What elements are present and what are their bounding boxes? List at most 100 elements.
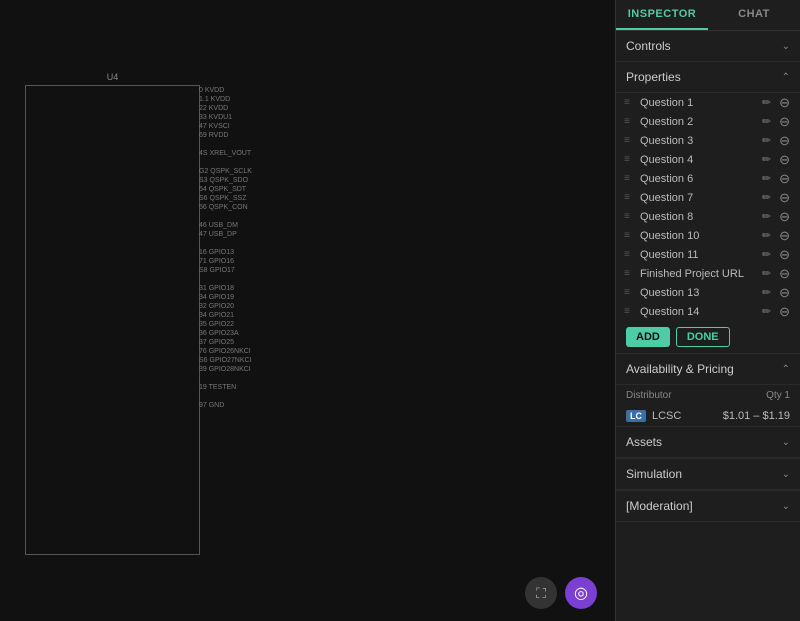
property-remove-button[interactable]: ⊖ (777, 96, 792, 109)
pin-26: 39 GPIO28NKCI (199, 365, 279, 374)
property-remove-button[interactable]: ⊖ (777, 134, 792, 147)
tab-inspector[interactable]: INSPECTOR (616, 0, 708, 30)
pin-spacer-6 (199, 374, 279, 383)
pin-4: 47 KVSCI (199, 122, 279, 131)
pin-14: 16 GPIO13 (199, 248, 279, 257)
property-edit-button[interactable]: ✏ (760, 286, 773, 299)
moderation-section-header[interactable]: [Moderation] ⌄ (616, 491, 800, 522)
right-panel: INSPECTOR CHAT Controls ⌄ Properties ⌃ ≡… (615, 0, 800, 621)
drag-handle-icon: ≡ (624, 268, 636, 279)
done-button[interactable]: DONE (676, 327, 730, 347)
property-remove-button[interactable]: ⊖ (777, 172, 792, 185)
property-remove-button[interactable]: ⊖ (777, 286, 792, 299)
property-label: Question 7 (640, 192, 756, 204)
pin-16: S8 GPIO17 (199, 266, 279, 275)
expand-button[interactable]: ⛶ (525, 577, 557, 609)
properties-label: Properties (626, 70, 681, 84)
property-remove-button[interactable]: ⊖ (777, 153, 792, 166)
properties-section-header[interactable]: Properties ⌃ (616, 62, 800, 93)
tab-chat[interactable]: CHAT (708, 0, 800, 30)
controls-section-header[interactable]: Controls ⌄ (616, 31, 800, 62)
drag-handle-icon: ≡ (624, 287, 636, 298)
pin-15: 71 GPIO16 (199, 257, 279, 266)
brand-button[interactable]: ◎ (565, 577, 597, 609)
pin-6: 4S XREL_VOUT (199, 149, 279, 158)
drag-handle-icon: ≡ (624, 173, 636, 184)
pin-spacer-2 (199, 158, 279, 167)
property-edit-button[interactable]: ✏ (760, 248, 773, 261)
property-edit-button[interactable]: ✏ (760, 210, 773, 223)
property-edit-button[interactable]: ✏ (760, 134, 773, 147)
brand-icon: ◎ (574, 583, 588, 603)
assets-section-header[interactable]: Assets ⌄ (616, 427, 800, 458)
property-label: Question 2 (640, 116, 756, 128)
pin-5: 69 RVDD (199, 131, 279, 140)
distributor-header: Distributor Qty 1 (616, 385, 800, 406)
property-edit-button[interactable]: ✏ (760, 172, 773, 185)
property-remove-button[interactable]: ⊖ (777, 115, 792, 128)
availability-section-header[interactable]: Availability & Pricing ⌃ (616, 354, 800, 385)
property-edit-button[interactable]: ✏ (760, 305, 773, 318)
property-item-q7: ≡ Question 7 ✏ ⊖ (616, 188, 800, 207)
pin-21: 35 GPIO22 (199, 320, 279, 329)
properties-chevron-icon: ⌃ (782, 72, 790, 83)
property-item-q8: ≡ Question 8 ✏ ⊖ (616, 207, 800, 226)
add-property-button[interactable]: ADD (626, 327, 670, 347)
chip-diagram: U4 0 KVDD 1.1 KVDD 22 KVDD 33 KVDU1 47 K… (25, 85, 200, 555)
pin-22: 36 GPIO23A (199, 329, 279, 338)
assets-label: Assets (626, 435, 662, 449)
pin-10: S6 QSPK_SSZ (199, 194, 279, 203)
property-remove-button[interactable]: ⊖ (777, 229, 792, 242)
property-edit-button[interactable]: ✏ (760, 229, 773, 242)
property-label: Question 10 (640, 230, 756, 242)
property-item-q2: ≡ Question 2 ✏ ⊖ (616, 112, 800, 131)
property-edit-button[interactable]: ✏ (760, 153, 773, 166)
moderation-label: [Moderation] (626, 499, 693, 513)
simulation-label: Simulation (626, 467, 682, 481)
drag-handle-icon: ≡ (624, 211, 636, 222)
pin-12: 46 USB_DM (199, 221, 279, 230)
simulation-section: Simulation ⌄ (616, 458, 800, 490)
assets-chevron-icon: ⌄ (782, 437, 790, 448)
qty-col-label: Qty 1 (766, 390, 790, 401)
pin-25: S6 GPIO27NKCI (199, 356, 279, 365)
pin-13: 47 USB_DP (199, 230, 279, 239)
property-edit-button[interactable]: ✏ (760, 115, 773, 128)
pin-7: G2 QSPK_SCLK (199, 167, 279, 176)
property-item-q3: ≡ Question 3 ✏ ⊖ (616, 131, 800, 150)
property-edit-button[interactable]: ✏ (760, 191, 773, 204)
property-remove-button[interactable]: ⊖ (777, 305, 792, 318)
simulation-chevron-icon: ⌄ (782, 469, 790, 480)
property-remove-button[interactable]: ⊖ (777, 191, 792, 204)
property-item-q4: ≡ Question 4 ✏ ⊖ (616, 150, 800, 169)
pin-17: 31 GPIO18 (199, 284, 279, 293)
availability-chevron-icon: ⌃ (782, 364, 790, 375)
canvas-area: U4 0 KVDD 1.1 KVDD 22 KVDD 33 KVDU1 47 K… (0, 0, 615, 621)
availability-section: Availability & Pricing ⌃ Distributor Qty… (616, 353, 800, 426)
pin-8: S3 QSPK_SDO (199, 176, 279, 185)
property-edit-button[interactable]: ✏ (760, 96, 773, 109)
property-edit-button[interactable]: ✏ (760, 267, 773, 280)
property-remove-button[interactable]: ⊖ (777, 267, 792, 280)
pin-1: 1.1 KVDD (199, 95, 279, 104)
drag-handle-icon: ≡ (624, 306, 636, 317)
distributor-row-lcsc: LC LCSC $1.01 – $1.19 (616, 406, 800, 426)
pin-23: 37 GPIO25 (199, 338, 279, 347)
property-remove-button[interactable]: ⊖ (777, 248, 792, 261)
finished-project-url-label: Finished Project URL (640, 268, 756, 280)
property-remove-button[interactable]: ⊖ (777, 210, 792, 223)
distributor-name: LCSC (652, 410, 717, 422)
properties-section: Properties ⌃ ≡ Question 1 ✏ ⊖ ≡ Question… (616, 62, 800, 353)
moderation-section: [Moderation] ⌄ (616, 490, 800, 522)
property-label: Question 4 (640, 154, 756, 166)
property-item-finished-url: ≡ Finished Project URL ✏ ⊖ (616, 264, 800, 283)
pin-spacer-4 (199, 239, 279, 248)
pin-24: 76 GPIO26NKCI (199, 347, 279, 356)
pin-spacer-3 (199, 212, 279, 221)
property-item-q14: ≡ Question 14 ✏ ⊖ (616, 302, 800, 321)
canvas-toolbar: ⛶ ◎ (525, 577, 597, 609)
simulation-section-header[interactable]: Simulation ⌄ (616, 459, 800, 490)
drag-handle-icon: ≡ (624, 192, 636, 203)
pin-2: 22 KVDD (199, 104, 279, 113)
drag-handle-icon: ≡ (624, 249, 636, 260)
